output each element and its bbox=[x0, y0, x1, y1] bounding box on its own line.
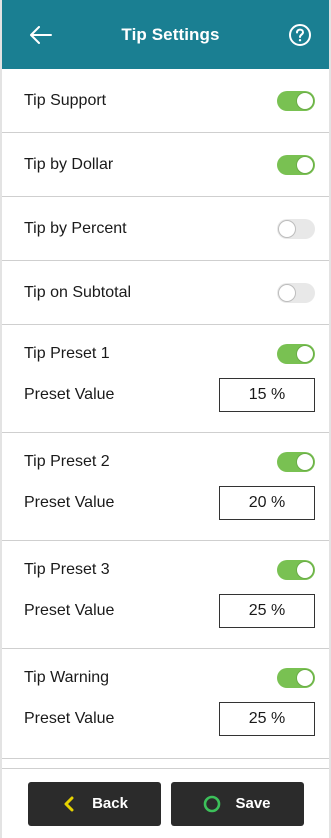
preset-value-input[interactable]: 25 % bbox=[219, 702, 315, 736]
back-button-label: Back bbox=[92, 795, 128, 812]
setting-label: Tip Support bbox=[24, 91, 107, 109]
preset-label: Tip Preset 2 bbox=[24, 453, 110, 470]
save-button-label: Save bbox=[235, 795, 271, 812]
save-button[interactable]: Save bbox=[170, 781, 304, 826]
preset-value-label: Preset Value bbox=[24, 710, 115, 727]
preset-value-label: Preset Value bbox=[24, 602, 115, 619]
setting-label: Tip by Percent bbox=[24, 219, 127, 237]
preset-group-3: Tip Preset 3 Preset Value 25 % bbox=[2, 541, 329, 649]
toggle-knob bbox=[278, 219, 296, 238]
setting-label: Tip by Dollar bbox=[24, 155, 114, 173]
setting-row-tip-on-subtotal: Tip on Subtotal bbox=[2, 261, 329, 325]
toggle-knob bbox=[296, 91, 314, 110]
chevron-left-icon bbox=[60, 795, 78, 813]
preset-group-1: Tip Preset 1 Preset Value 15 % bbox=[2, 325, 329, 433]
page-title: Tip Settings bbox=[121, 24, 220, 44]
tip-by-dollar-toggle[interactable] bbox=[277, 154, 315, 175]
tip-on-subtotal-toggle[interactable] bbox=[277, 282, 315, 303]
toggle-knob bbox=[278, 283, 296, 302]
setting-label: Tip on Subtotal bbox=[24, 283, 132, 301]
toggle-knob bbox=[296, 561, 314, 579]
tip-preset-3-toggle[interactable] bbox=[277, 560, 315, 580]
tip-warning-group: Tip Warning Preset Value 25 % bbox=[2, 649, 329, 759]
toggle-knob bbox=[296, 669, 314, 687]
setting-row-tip-support: Tip Support bbox=[2, 69, 329, 133]
toggle-knob bbox=[296, 453, 314, 471]
preset-value-input[interactable]: 20 % bbox=[219, 486, 315, 520]
help-icon[interactable] bbox=[283, 18, 317, 52]
preset-label: Tip Preset 1 bbox=[24, 345, 110, 362]
tip-preset-1-toggle[interactable] bbox=[277, 344, 315, 364]
preset-group-2: Tip Preset 2 Preset Value 20 % bbox=[2, 433, 329, 541]
back-button[interactable]: Back bbox=[27, 781, 161, 826]
tip-warning-label: Tip Warning bbox=[24, 669, 110, 686]
preset-value-label: Preset Value bbox=[24, 494, 115, 511]
tip-by-percent-toggle[interactable] bbox=[277, 218, 315, 239]
setting-row-tip-by-dollar: Tip by Dollar bbox=[2, 133, 329, 197]
setting-row-tip-by-percent: Tip by Percent bbox=[2, 197, 329, 261]
preset-value-label: Preset Value bbox=[24, 386, 115, 403]
tip-settings-screen: Tip Settings Tip Support Tip by Dollar T… bbox=[0, 0, 331, 838]
preset-value-input[interactable]: 15 % bbox=[219, 378, 315, 412]
preset-value-input[interactable]: 25 % bbox=[219, 594, 315, 628]
back-arrow-icon[interactable] bbox=[24, 18, 58, 52]
tip-preset-2-toggle[interactable] bbox=[277, 452, 315, 472]
circle-icon bbox=[203, 795, 221, 813]
toggle-knob bbox=[296, 155, 314, 174]
preset-label: Tip Preset 3 bbox=[24, 561, 110, 578]
toggle-knob bbox=[296, 345, 314, 363]
header-bar: Tip Settings bbox=[2, 0, 329, 69]
tip-support-toggle[interactable] bbox=[277, 90, 315, 111]
tip-warning-toggle[interactable] bbox=[277, 668, 315, 688]
footer-bar: Back Save bbox=[2, 768, 329, 838]
